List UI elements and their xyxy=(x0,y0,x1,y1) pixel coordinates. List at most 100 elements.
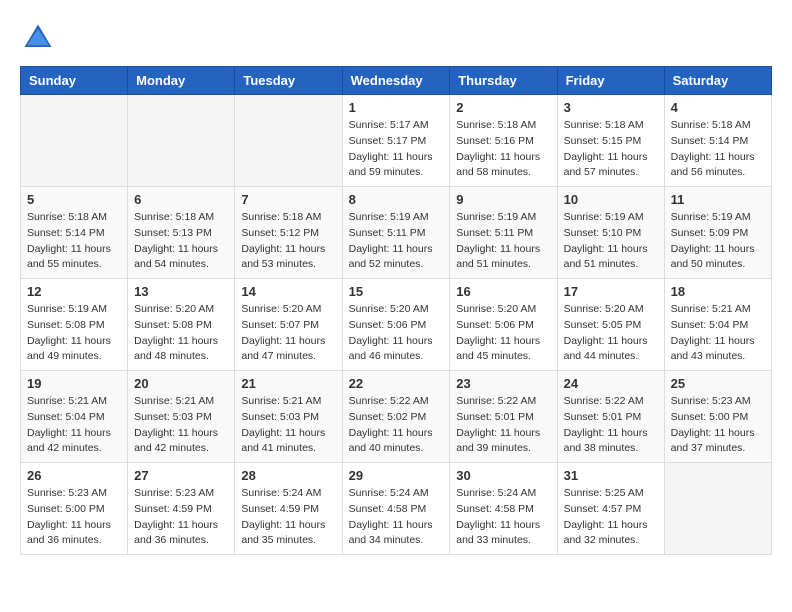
day-info: Sunrise: 5:19 AMSunset: 5:08 PMDaylight:… xyxy=(27,302,121,365)
logo xyxy=(20,20,62,56)
day-info: Sunrise: 5:24 AMSunset: 4:58 PMDaylight:… xyxy=(456,486,550,549)
day-number: 16 xyxy=(456,284,550,299)
day-info: Sunrise: 5:22 AMSunset: 5:01 PMDaylight:… xyxy=(456,394,550,457)
general-blue-logo-icon xyxy=(20,20,56,56)
calendar-cell: 12 Sunrise: 5:19 AMSunset: 5:08 PMDaylig… xyxy=(21,279,128,371)
day-info: Sunrise: 5:18 AMSunset: 5:16 PMDaylight:… xyxy=(456,118,550,181)
calendar-cell xyxy=(664,463,771,555)
day-number: 21 xyxy=(241,376,335,391)
day-number: 9 xyxy=(456,192,550,207)
day-info: Sunrise: 5:17 AMSunset: 5:17 PMDaylight:… xyxy=(349,118,444,181)
day-info: Sunrise: 5:19 AMSunset: 5:10 PMDaylight:… xyxy=(564,210,658,273)
day-info: Sunrise: 5:19 AMSunset: 5:11 PMDaylight:… xyxy=(456,210,550,273)
day-number: 10 xyxy=(564,192,658,207)
day-info: Sunrise: 5:19 AMSunset: 5:11 PMDaylight:… xyxy=(349,210,444,273)
day-number: 28 xyxy=(241,468,335,483)
calendar-cell: 5 Sunrise: 5:18 AMSunset: 5:14 PMDayligh… xyxy=(21,187,128,279)
calendar-week-row: 1 Sunrise: 5:17 AMSunset: 5:17 PMDayligh… xyxy=(21,95,772,187)
day-info: Sunrise: 5:18 AMSunset: 5:15 PMDaylight:… xyxy=(564,118,658,181)
calendar-cell: 22 Sunrise: 5:22 AMSunset: 5:02 PMDaylig… xyxy=(342,371,450,463)
day-number: 24 xyxy=(564,376,658,391)
day-number: 1 xyxy=(349,100,444,115)
day-info: Sunrise: 5:21 AMSunset: 5:03 PMDaylight:… xyxy=(134,394,228,457)
day-info: Sunrise: 5:21 AMSunset: 5:03 PMDaylight:… xyxy=(241,394,335,457)
day-info: Sunrise: 5:23 AMSunset: 5:00 PMDaylight:… xyxy=(671,394,765,457)
day-number: 4 xyxy=(671,100,765,115)
calendar-cell: 18 Sunrise: 5:21 AMSunset: 5:04 PMDaylig… xyxy=(664,279,771,371)
day-info: Sunrise: 5:18 AMSunset: 5:14 PMDaylight:… xyxy=(671,118,765,181)
day-info: Sunrise: 5:24 AMSunset: 4:58 PMDaylight:… xyxy=(349,486,444,549)
day-number: 26 xyxy=(27,468,121,483)
page-header xyxy=(20,20,772,56)
day-number: 3 xyxy=(564,100,658,115)
calendar-cell: 20 Sunrise: 5:21 AMSunset: 5:03 PMDaylig… xyxy=(128,371,235,463)
calendar-cell: 13 Sunrise: 5:20 AMSunset: 5:08 PMDaylig… xyxy=(128,279,235,371)
day-number: 12 xyxy=(27,284,121,299)
day-info: Sunrise: 5:25 AMSunset: 4:57 PMDaylight:… xyxy=(564,486,658,549)
day-info: Sunrise: 5:22 AMSunset: 5:02 PMDaylight:… xyxy=(349,394,444,457)
calendar-header-row: SundayMondayTuesdayWednesdayThursdayFrid… xyxy=(21,67,772,95)
day-number: 31 xyxy=(564,468,658,483)
calendar-cell: 15 Sunrise: 5:20 AMSunset: 5:06 PMDaylig… xyxy=(342,279,450,371)
day-number: 5 xyxy=(27,192,121,207)
calendar-cell: 29 Sunrise: 5:24 AMSunset: 4:58 PMDaylig… xyxy=(342,463,450,555)
calendar-cell: 11 Sunrise: 5:19 AMSunset: 5:09 PMDaylig… xyxy=(664,187,771,279)
day-info: Sunrise: 5:22 AMSunset: 5:01 PMDaylight:… xyxy=(564,394,658,457)
day-info: Sunrise: 5:23 AMSunset: 4:59 PMDaylight:… xyxy=(134,486,228,549)
day-info: Sunrise: 5:20 AMSunset: 5:05 PMDaylight:… xyxy=(564,302,658,365)
weekday-header-saturday: Saturday xyxy=(664,67,771,95)
day-info: Sunrise: 5:19 AMSunset: 5:09 PMDaylight:… xyxy=(671,210,765,273)
day-info: Sunrise: 5:20 AMSunset: 5:06 PMDaylight:… xyxy=(349,302,444,365)
weekday-header-sunday: Sunday xyxy=(21,67,128,95)
weekday-header-wednesday: Wednesday xyxy=(342,67,450,95)
calendar-cell xyxy=(21,95,128,187)
calendar-cell xyxy=(128,95,235,187)
day-number: 18 xyxy=(671,284,765,299)
day-number: 8 xyxy=(349,192,444,207)
day-number: 7 xyxy=(241,192,335,207)
day-info: Sunrise: 5:20 AMSunset: 5:08 PMDaylight:… xyxy=(134,302,228,365)
calendar-cell: 24 Sunrise: 5:22 AMSunset: 5:01 PMDaylig… xyxy=(557,371,664,463)
day-number: 15 xyxy=(349,284,444,299)
weekday-header-thursday: Thursday xyxy=(450,67,557,95)
calendar-cell: 1 Sunrise: 5:17 AMSunset: 5:17 PMDayligh… xyxy=(342,95,450,187)
day-number: 14 xyxy=(241,284,335,299)
day-number: 23 xyxy=(456,376,550,391)
day-info: Sunrise: 5:18 AMSunset: 5:14 PMDaylight:… xyxy=(27,210,121,273)
calendar-cell: 26 Sunrise: 5:23 AMSunset: 5:00 PMDaylig… xyxy=(21,463,128,555)
calendar-cell: 31 Sunrise: 5:25 AMSunset: 4:57 PMDaylig… xyxy=(557,463,664,555)
day-info: Sunrise: 5:20 AMSunset: 5:07 PMDaylight:… xyxy=(241,302,335,365)
day-number: 22 xyxy=(349,376,444,391)
calendar-table: SundayMondayTuesdayWednesdayThursdayFrid… xyxy=(20,66,772,555)
day-info: Sunrise: 5:24 AMSunset: 4:59 PMDaylight:… xyxy=(241,486,335,549)
weekday-header-friday: Friday xyxy=(557,67,664,95)
calendar-cell xyxy=(235,95,342,187)
calendar-cell: 7 Sunrise: 5:18 AMSunset: 5:12 PMDayligh… xyxy=(235,187,342,279)
calendar-cell: 16 Sunrise: 5:20 AMSunset: 5:06 PMDaylig… xyxy=(450,279,557,371)
calendar-cell: 3 Sunrise: 5:18 AMSunset: 5:15 PMDayligh… xyxy=(557,95,664,187)
day-number: 20 xyxy=(134,376,228,391)
day-number: 6 xyxy=(134,192,228,207)
day-number: 27 xyxy=(134,468,228,483)
day-number: 17 xyxy=(564,284,658,299)
day-number: 25 xyxy=(671,376,765,391)
calendar-cell: 19 Sunrise: 5:21 AMSunset: 5:04 PMDaylig… xyxy=(21,371,128,463)
calendar-week-row: 19 Sunrise: 5:21 AMSunset: 5:04 PMDaylig… xyxy=(21,371,772,463)
weekday-header-monday: Monday xyxy=(128,67,235,95)
calendar-cell: 27 Sunrise: 5:23 AMSunset: 4:59 PMDaylig… xyxy=(128,463,235,555)
calendar-cell: 6 Sunrise: 5:18 AMSunset: 5:13 PMDayligh… xyxy=(128,187,235,279)
day-info: Sunrise: 5:18 AMSunset: 5:13 PMDaylight:… xyxy=(134,210,228,273)
calendar-cell: 17 Sunrise: 5:20 AMSunset: 5:05 PMDaylig… xyxy=(557,279,664,371)
day-info: Sunrise: 5:18 AMSunset: 5:12 PMDaylight:… xyxy=(241,210,335,273)
calendar-cell: 2 Sunrise: 5:18 AMSunset: 5:16 PMDayligh… xyxy=(450,95,557,187)
day-info: Sunrise: 5:20 AMSunset: 5:06 PMDaylight:… xyxy=(456,302,550,365)
calendar-cell: 21 Sunrise: 5:21 AMSunset: 5:03 PMDaylig… xyxy=(235,371,342,463)
day-info: Sunrise: 5:21 AMSunset: 5:04 PMDaylight:… xyxy=(671,302,765,365)
calendar-cell: 10 Sunrise: 5:19 AMSunset: 5:10 PMDaylig… xyxy=(557,187,664,279)
calendar-cell: 23 Sunrise: 5:22 AMSunset: 5:01 PMDaylig… xyxy=(450,371,557,463)
calendar-cell: 4 Sunrise: 5:18 AMSunset: 5:14 PMDayligh… xyxy=(664,95,771,187)
calendar-cell: 25 Sunrise: 5:23 AMSunset: 5:00 PMDaylig… xyxy=(664,371,771,463)
day-number: 2 xyxy=(456,100,550,115)
calendar-cell: 14 Sunrise: 5:20 AMSunset: 5:07 PMDaylig… xyxy=(235,279,342,371)
calendar-cell: 28 Sunrise: 5:24 AMSunset: 4:59 PMDaylig… xyxy=(235,463,342,555)
